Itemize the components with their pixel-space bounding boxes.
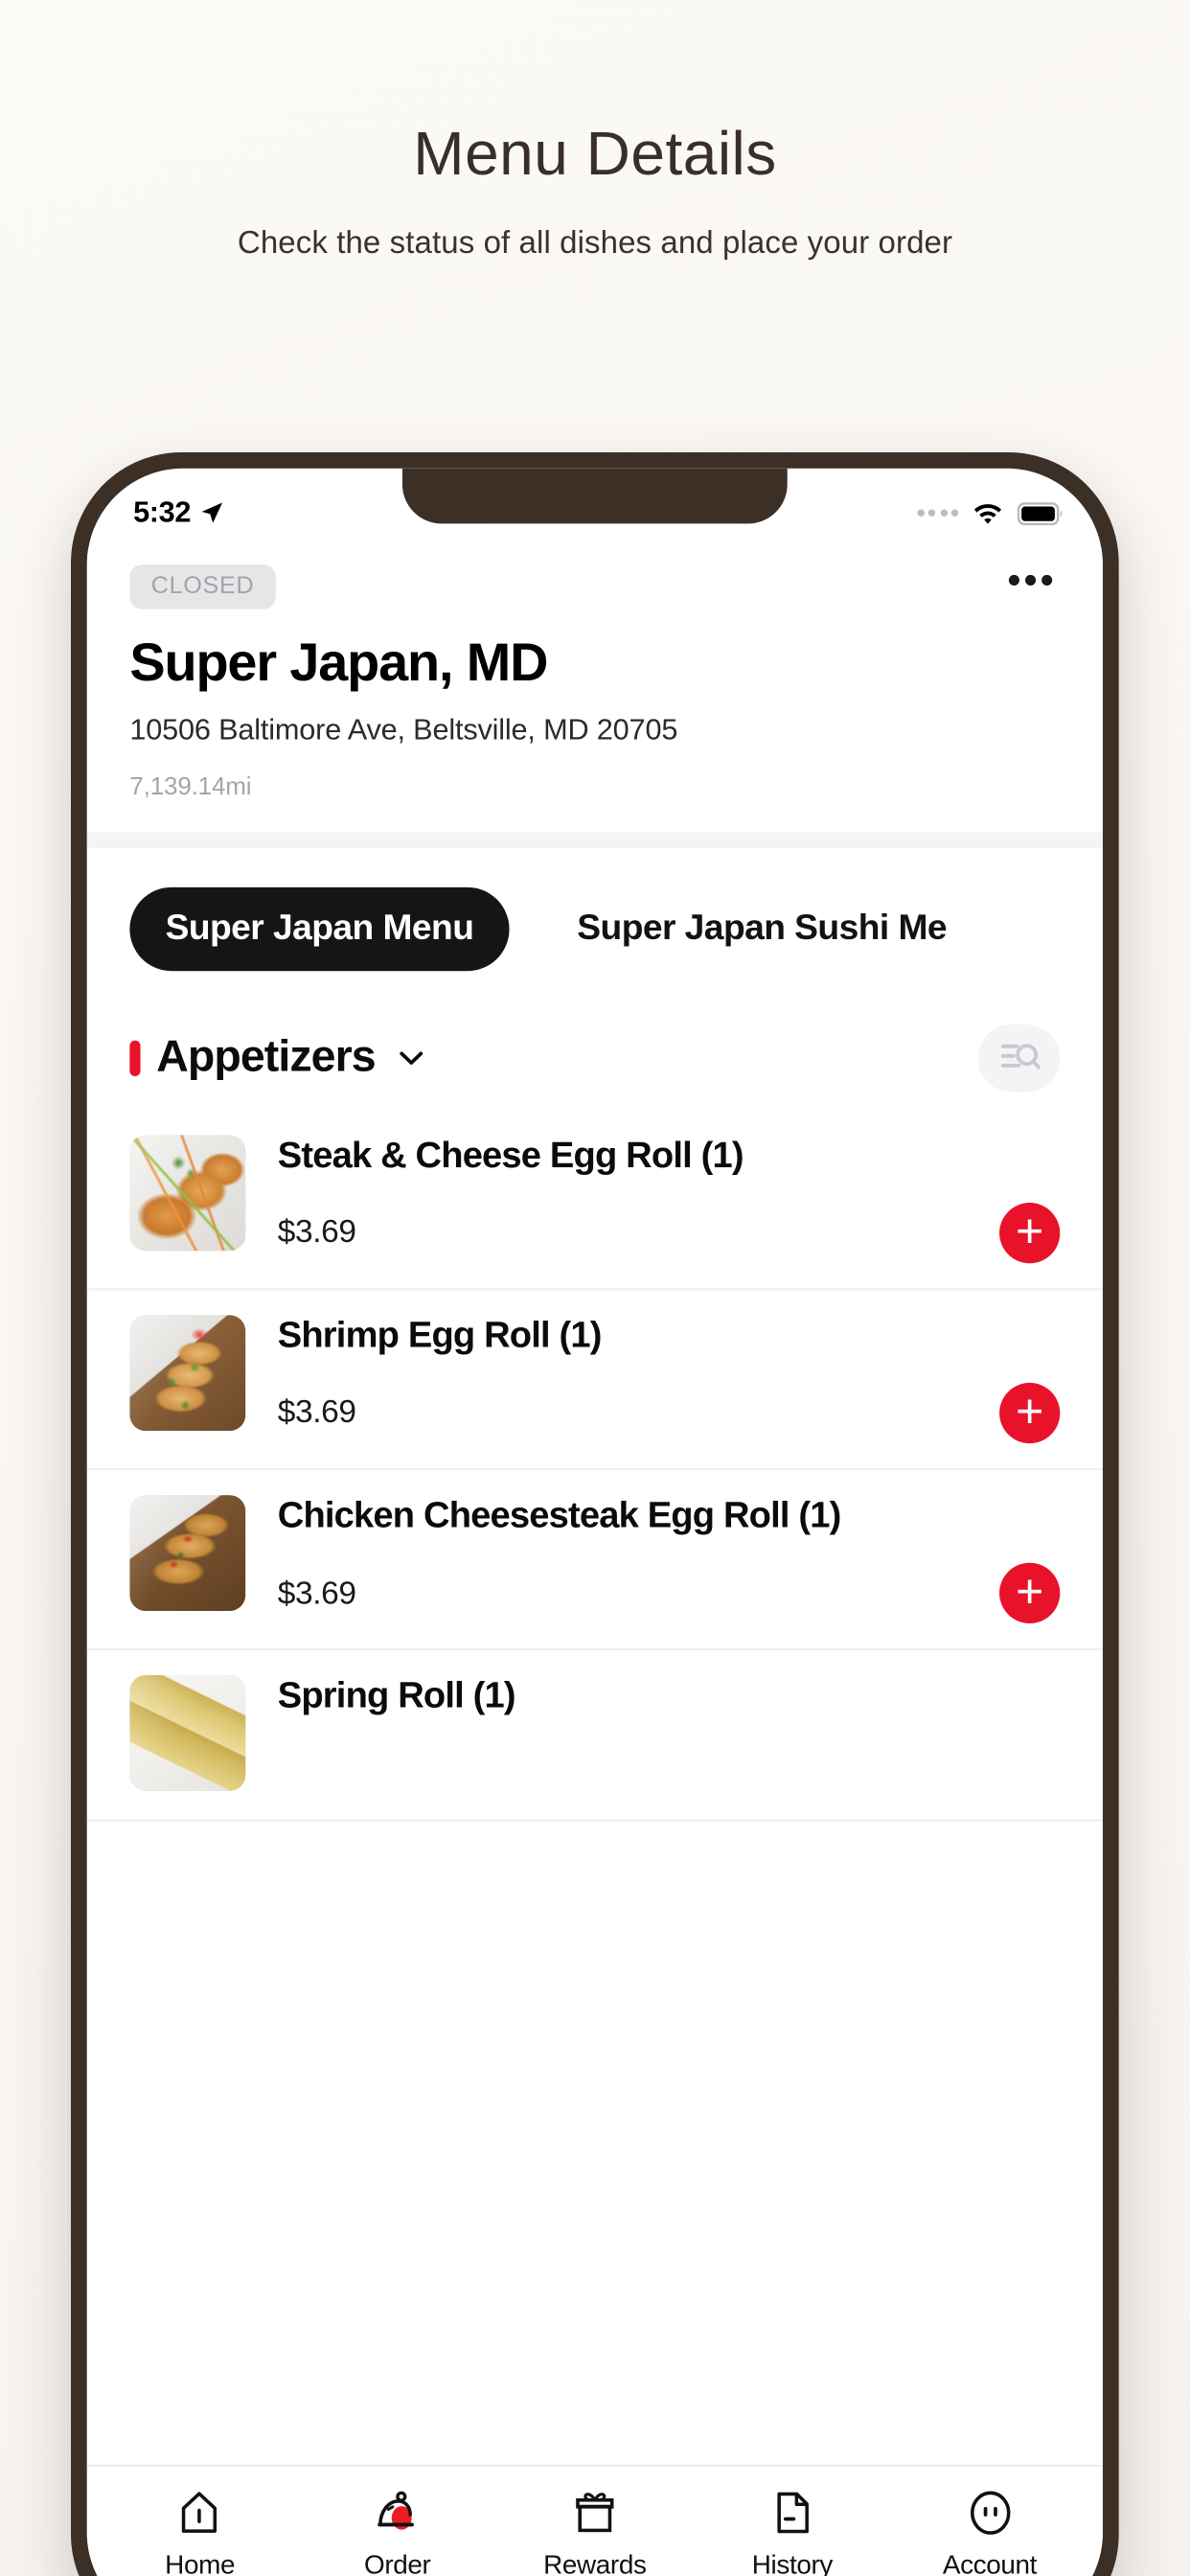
item-price: $3.69	[277, 1574, 356, 1611]
page-title: Menu Details	[413, 119, 777, 188]
menu-search-button[interactable]	[977, 1024, 1061, 1092]
nav-label: Home	[165, 2549, 236, 2576]
chevron-down-icon[interactable]	[395, 1042, 426, 1073]
nav-item-account[interactable]: Account	[891, 2487, 1088, 2576]
tab-super-japan-menu[interactable]: Super Japan Menu	[129, 886, 510, 971]
nav-item-home[interactable]: Home	[102, 2487, 299, 2576]
menu-item-list[interactable]: Steak & Cheese Egg Roll (1) $3.69 + Shri…	[86, 1109, 1103, 2465]
plus-icon: +	[1016, 1564, 1044, 1619]
add-item-button[interactable]: +	[999, 1202, 1061, 1263]
accent-bar-icon	[129, 1039, 141, 1076]
menu-tabs: Super Japan Menu Super Japan Sushi Me	[86, 846, 1103, 1000]
add-item-button[interactable]: +	[999, 1382, 1061, 1443]
page-subtitle: Check the status of all dishes and place…	[237, 224, 953, 260]
steak-cheese-egg-roll-photo	[129, 1134, 246, 1251]
phone-mockup: 5:32 CLOSED ••• Super Japan, MD 10506 Ba…	[71, 452, 1119, 2576]
home-icon	[178, 2487, 221, 2537]
nav-item-history[interactable]: History	[694, 2487, 891, 2576]
item-body: Steak & Cheese Egg Roll (1) $3.69 +	[277, 1134, 1061, 1263]
face-icon	[967, 2487, 1013, 2537]
category-title: Appetizers	[156, 1031, 376, 1082]
status-time-label: 5:32	[133, 495, 192, 529]
spring-roll-photo	[129, 1675, 246, 1791]
menu-item-row[interactable]: Shrimp Egg Roll (1) $3.69 +	[86, 1290, 1103, 1470]
item-body: Chicken Cheesesteak Egg Roll (1) $3.69 +	[277, 1494, 1061, 1624]
item-footer: $3.69 +	[277, 1562, 1061, 1624]
category-header: Appetizers	[86, 999, 1103, 1110]
item-body: Shrimp Egg Roll (1) $3.69 +	[278, 1315, 1061, 1443]
menu-item-row[interactable]: Chicken Cheesesteak Egg Roll (1) $3.69 +	[86, 1470, 1103, 1651]
badge-row: CLOSED •••	[129, 560, 1061, 609]
food-cloche-icon	[373, 2487, 423, 2537]
signal-dots-icon	[916, 509, 959, 517]
nav-label: Order	[363, 2549, 431, 2576]
plus-icon: +	[1016, 1384, 1044, 1438]
add-item-button[interactable]: +	[999, 1562, 1061, 1624]
restaurant-address: 10506 Baltimore Ave, Beltsville, MD 2070…	[129, 713, 678, 746]
phone-frame: 5:32 CLOSED ••• Super Japan, MD 10506 Ba…	[71, 452, 1119, 2576]
chicken-cheesesteak-egg-roll-photo	[129, 1494, 246, 1611]
menu-item-row[interactable]: Spring Roll (1)	[86, 1650, 1103, 1822]
item-name: Chicken Cheesesteak Egg Roll (1)	[277, 1494, 842, 1536]
item-price: $3.69	[277, 1213, 356, 1250]
phone-screen: 5:32 CLOSED ••• Super Japan, MD 10506 Ba…	[86, 468, 1103, 2576]
wifi-icon	[973, 504, 1002, 524]
status-time-group: 5:32	[133, 496, 224, 530]
nav-item-order[interactable]: Order	[299, 2487, 496, 2576]
phone-notch	[401, 468, 788, 524]
section-divider	[86, 831, 1103, 847]
nav-label: History	[751, 2549, 834, 2576]
restaurant-distance: 7,139.14mi	[129, 770, 252, 799]
shrimp-egg-roll-photo	[129, 1314, 246, 1431]
bottom-navigation: Home Order Rewards History Account	[86, 2464, 1103, 2576]
nav-label: Rewards	[543, 2549, 647, 2576]
nav-item-rewards[interactable]: Rewards	[496, 2487, 694, 2576]
overflow-menu-button[interactable]: •••	[990, 560, 1061, 607]
restaurant-name: Super Japan, MD	[129, 632, 548, 693]
location-arrow-icon	[201, 502, 223, 523]
nav-label: Account	[942, 2549, 1038, 2576]
battery-full-icon	[1017, 501, 1063, 525]
item-name: Spring Roll (1)	[277, 1675, 516, 1716]
restaurant-header: CLOSED ••• Super Japan, MD 10506 Baltimo…	[86, 546, 1103, 832]
page-header: Menu Details Check the status of all dis…	[0, 0, 1190, 261]
tab-super-japan-sushi-menu[interactable]: Super Japan Sushi Me	[541, 886, 982, 970]
menu-item-row[interactable]: Steak & Cheese Egg Roll (1) $3.69 +	[86, 1109, 1103, 1290]
item-name: Shrimp Egg Roll (1)	[277, 1314, 603, 1356]
item-footer: $3.69 +	[277, 1382, 1061, 1443]
status-icons-group	[916, 500, 1064, 525]
document-icon	[772, 2487, 812, 2537]
filter-search-icon	[999, 1044, 1040, 1070]
gift-icon	[572, 2487, 618, 2537]
item-footer: $3.69 +	[277, 1202, 1061, 1263]
category-title-group[interactable]: Appetizers	[129, 1032, 426, 1084]
status-badge: CLOSED	[129, 564, 276, 609]
item-name: Steak & Cheese Egg Roll (1)	[277, 1134, 744, 1176]
item-body: Spring Roll (1)	[278, 1675, 1061, 1795]
plus-icon: +	[1016, 1204, 1044, 1258]
item-price: $3.69	[277, 1393, 356, 1430]
